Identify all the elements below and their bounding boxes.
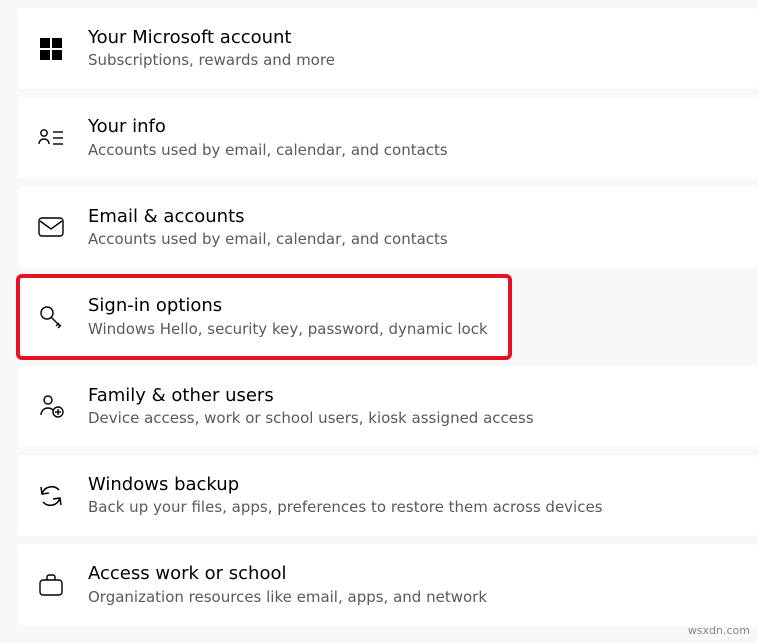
item-texts: Windows backup Back up your files, apps,… [88, 473, 603, 518]
item-family-other-users[interactable]: Family & other users Device access, work… [18, 366, 758, 447]
item-subtitle: Organization resources like email, apps,… [88, 587, 487, 608]
item-title: Your Microsoft account [88, 26, 335, 49]
item-texts: Access work or school Organization resou… [88, 562, 487, 607]
item-subtitle: Device access, work or school users, kio… [88, 408, 534, 429]
key-icon [38, 304, 64, 330]
item-your-info[interactable]: Your info Accounts used by email, calend… [18, 97, 758, 178]
item-title: Windows backup [88, 473, 603, 496]
item-texts: Sign-in options Windows Hello, security … [88, 294, 488, 339]
settings-list: Your Microsoft account Subscriptions, re… [0, 8, 758, 626]
item-access-work-school[interactable]: Access work or school Organization resou… [18, 544, 758, 625]
item-email-accounts[interactable]: Email & accounts Accounts used by email,… [18, 187, 758, 268]
item-subtitle: Subscriptions, rewards and more [88, 50, 335, 71]
watermark: wsxdn.com [688, 624, 750, 637]
item-subtitle: Windows Hello, security key, password, d… [88, 319, 488, 340]
people-add-icon [38, 393, 64, 419]
item-title: Your info [88, 115, 448, 138]
item-texts: Family & other users Device access, work… [88, 384, 534, 429]
sync-icon [38, 483, 64, 509]
item-windows-backup[interactable]: Windows backup Back up your files, apps,… [18, 455, 758, 536]
briefcase-icon [38, 572, 64, 598]
item-subtitle: Back up your files, apps, preferences to… [88, 497, 603, 518]
person-list-icon [38, 125, 64, 151]
item-microsoft-account[interactable]: Your Microsoft account Subscriptions, re… [18, 8, 758, 89]
item-title: Family & other users [88, 384, 534, 407]
windows-logo-icon [38, 36, 64, 62]
item-subtitle: Accounts used by email, calendar, and co… [88, 140, 448, 161]
item-texts: Your info Accounts used by email, calend… [88, 115, 448, 160]
item-subtitle: Accounts used by email, calendar, and co… [88, 229, 448, 250]
item-title: Email & accounts [88, 205, 448, 228]
item-title: Access work or school [88, 562, 487, 585]
item-sign-in-options[interactable]: Sign-in options Windows Hello, security … [18, 276, 510, 357]
mail-icon [38, 214, 64, 240]
item-texts: Your Microsoft account Subscriptions, re… [88, 26, 335, 71]
item-texts: Email & accounts Accounts used by email,… [88, 205, 448, 250]
item-title: Sign-in options [88, 294, 488, 317]
